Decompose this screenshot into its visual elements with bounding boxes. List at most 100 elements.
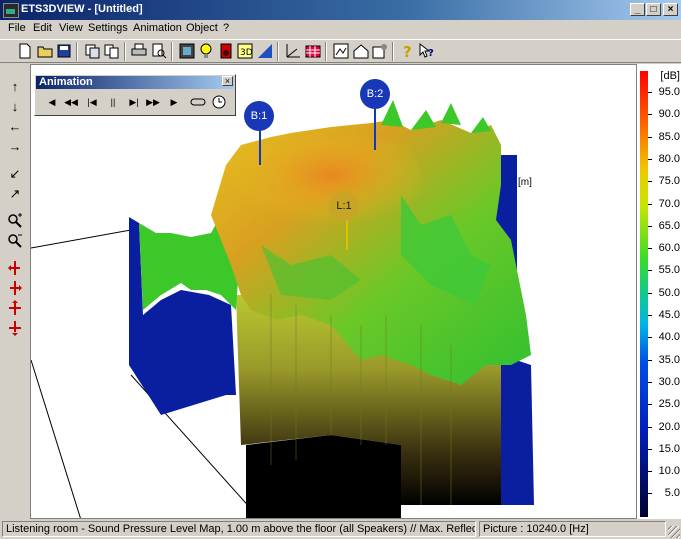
new-file-icon[interactable] <box>17 43 33 59</box>
context-help-icon[interactable]: ? <box>419 43 435 59</box>
colorbar-label: 5.0 <box>664 487 680 500</box>
spectrum-icon[interactable] <box>257 43 273 59</box>
colorbar-tick <box>648 225 652 227</box>
toolbar-separator <box>171 42 173 61</box>
title-bar: ETS3DVIEW - [Untitled] _ □ × <box>0 0 681 20</box>
print-icon[interactable] <box>131 43 147 59</box>
move-forward-icon[interactable]: ↗ <box>7 186 23 202</box>
speaker-marker-b2[interactable]: B:2 <box>360 79 390 109</box>
speaker-marker-b1[interactable]: B:1 <box>244 101 274 131</box>
colorbar-tick <box>648 270 652 272</box>
anim-fast-forward-button[interactable]: ▶▶ <box>144 93 162 111</box>
window-title: ETS3DVIEW - [Untitled] <box>21 3 143 15</box>
help-icon[interactable]: ? <box>400 43 416 59</box>
zoom-in-icon[interactable] <box>7 213 23 229</box>
anim-first-button[interactable]: |◀ <box>83 93 101 111</box>
colorbar-label: 35.0 <box>658 353 680 366</box>
animation-close-button[interactable]: × <box>222 76 233 86</box>
colorbar-label: 70.0 <box>658 197 680 210</box>
settings-icon[interactable] <box>372 43 388 59</box>
move-back-icon[interactable]: ↙ <box>7 166 23 182</box>
colorbar-tick <box>648 448 652 450</box>
colorbar-tick <box>648 493 652 495</box>
colorbar-tick <box>648 181 652 183</box>
status-description: Listening room - Sound Pressure Level Ma… <box>2 521 476 537</box>
colorbar-tick <box>648 203 652 205</box>
svg-text:3D: 3D <box>240 48 253 58</box>
colorbar-tick <box>648 337 652 339</box>
speaker-icon[interactable] <box>218 43 234 59</box>
menu-settings[interactable]: Settings <box>88 22 128 34</box>
menu-object[interactable]: Object <box>186 22 218 34</box>
rotate-down-icon[interactable] <box>7 320 23 336</box>
anim-rewind-button[interactable]: ◀◀ <box>62 93 80 111</box>
open-folder-icon[interactable] <box>37 43 53 59</box>
3d-viewport[interactable]: B:1 B:2 L:1 [m] <box>30 64 637 519</box>
print-preview-icon[interactable] <box>151 43 167 59</box>
move-left-icon[interactable]: ← <box>7 119 23 135</box>
anim-last-button[interactable]: ▶| <box>125 93 143 111</box>
colorbar-label: 20.0 <box>658 420 680 433</box>
colorbar-unit: [dB] <box>660 70 680 82</box>
loop-icon[interactable] <box>190 95 206 109</box>
move-right-icon[interactable]: → <box>7 139 23 155</box>
anim-pause-button[interactable]: || <box>104 93 122 111</box>
status-bar: Listening room - Sound Pressure Level Ma… <box>0 519 681 539</box>
zoom-out-icon[interactable] <box>7 233 23 249</box>
menu-edit[interactable]: Edit <box>33 22 52 34</box>
house-icon[interactable] <box>353 43 369 59</box>
svg-text:?: ? <box>428 48 434 59</box>
copy-icon[interactable] <box>104 43 120 59</box>
clock-icon[interactable] <box>211 94 227 110</box>
toolbar-separator <box>392 42 394 61</box>
colorbar-label: 40.0 <box>658 331 680 344</box>
colorbar-legend: [dB] 95.0 90.0 85.0 80.0 75.0 70.0 65.0 60.0 55.… <box>637 64 681 519</box>
rotate-left-icon[interactable] <box>7 260 23 276</box>
close-button[interactable]: × <box>663 3 678 16</box>
app-icon[interactable] <box>3 3 19 18</box>
resize-grip[interactable] <box>668 526 680 538</box>
grid-3d-icon[interactable] <box>305 43 321 59</box>
status-frequency: Picture : 10240.0 [Hz] <box>479 521 666 537</box>
colorbar-label: 60.0 <box>658 242 680 255</box>
colorbar-label: 10.0 <box>658 465 680 478</box>
colorbar-label: 50.0 <box>658 286 680 299</box>
menu-help[interactable]: ? <box>223 22 229 34</box>
menu-view[interactable]: View <box>59 22 83 34</box>
minimize-button[interactable]: _ <box>630 3 645 16</box>
colorbar-tick <box>648 114 652 116</box>
colorbar-label: 30.0 <box>658 375 680 388</box>
colorbar-label: 55.0 <box>658 264 680 277</box>
listener-marker-l1[interactable]: L:1 <box>329 191 359 221</box>
save-icon[interactable] <box>56 43 72 59</box>
menu-animation[interactable]: Animation <box>133 22 182 34</box>
maximize-button[interactable]: □ <box>646 3 661 16</box>
colorbar-tick <box>648 426 652 428</box>
move-down-icon[interactable]: ↓ <box>7 99 23 115</box>
view-frame-icon[interactable] <box>179 43 195 59</box>
axes-icon[interactable] <box>285 43 301 59</box>
main-toolbar: 3D ? ? <box>0 39 681 63</box>
toolbar-separator <box>76 42 78 61</box>
colorbar-tick <box>648 315 652 316</box>
menu-file[interactable]: File <box>8 22 26 34</box>
copy-bitmap-icon[interactable] <box>84 43 100 59</box>
speaker-3d-icon[interactable]: 3D <box>237 43 253 59</box>
colorbar-label: 45.0 <box>658 309 680 321</box>
colorbar-tick <box>648 381 652 383</box>
anim-play-button[interactable]: ▶ <box>165 93 183 111</box>
colorbar-label: 95.0 <box>658 86 680 98</box>
colorbar-label: 90.0 <box>658 108 680 121</box>
animation-window-title: Animation <box>36 76 234 89</box>
animation-window: Animation × ◀ ◀◀ |◀ || ▶| ▶▶ ▶ <box>34 74 236 116</box>
colorbar-tick <box>648 136 652 138</box>
move-up-icon[interactable]: ↑ <box>7 79 23 95</box>
rotate-right-icon[interactable] <box>7 280 23 296</box>
colorbar-tick <box>648 92 652 93</box>
rotate-up-icon[interactable] <box>7 300 23 316</box>
colorbar-tick <box>648 471 652 473</box>
properties-icon[interactable] <box>333 43 349 59</box>
navigation-toolbar: ↑ ↓ ← → ↙ ↗ <box>0 64 30 519</box>
light-bulb-icon[interactable] <box>198 43 214 59</box>
anim-step-back-button[interactable]: ◀ <box>43 93 61 111</box>
